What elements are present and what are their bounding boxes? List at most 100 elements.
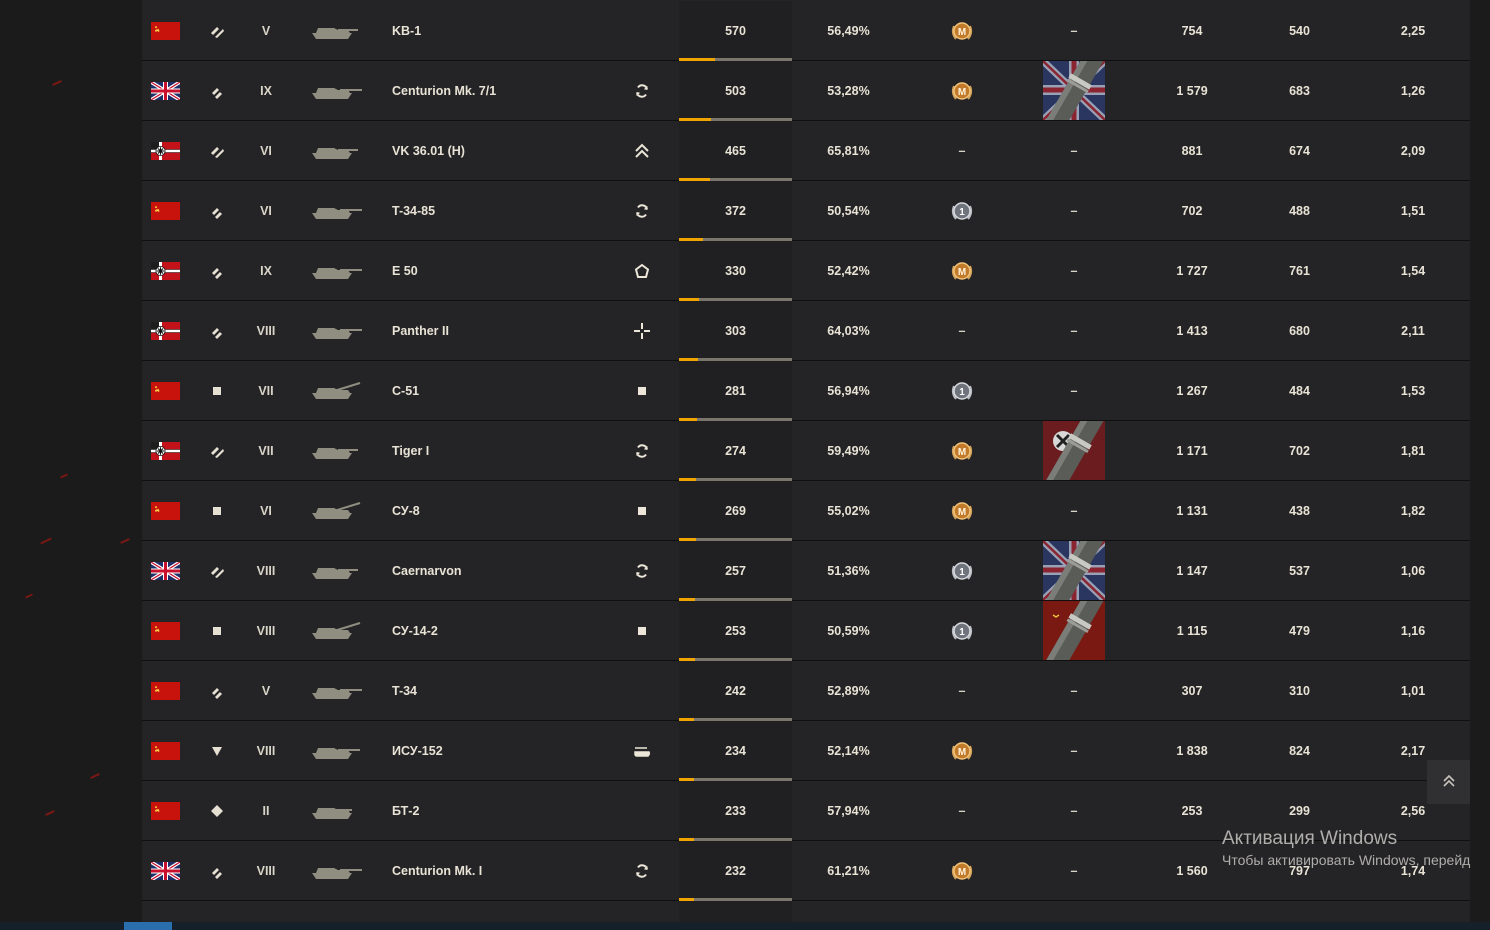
win-rate: 56,94% [827, 383, 870, 398]
kill-death-ratio: 2,25 [1400, 23, 1426, 38]
vehicle-row-partial[interactable] [142, 901, 1470, 922]
double-chevron-up-icon [1442, 772, 1456, 793]
battles-count: 330 [679, 241, 792, 300]
svg-text:1: 1 [959, 387, 965, 398]
battles-count: 253 [679, 601, 792, 660]
win-rate: 57,94% [827, 803, 870, 818]
empty-value: – [958, 803, 966, 818]
vehicle-name: Tiger I [392, 443, 430, 458]
win-rate: 53,28% [827, 83, 870, 98]
mastery-badge-icon: M [932, 421, 992, 480]
vehicle-row[interactable]: VIII Centurion Mk. I 232 61,21% M – 1 560 797 1,… [142, 841, 1470, 901]
average-damage: 1 838 [1176, 743, 1208, 758]
mastery-badge-icon: – [932, 301, 992, 360]
vehicle-row[interactable]: VIII СУ-14-2 253 50,59% 1 1 115 479 1,16 [142, 601, 1470, 661]
average-damage: 1 413 [1176, 323, 1208, 338]
vehicle-row[interactable]: VII С-51 281 56,94% 1 – 1 267 484 1,53 [142, 361, 1470, 421]
average-experience: 680 [1289, 323, 1310, 338]
vehicle-role-icon [627, 181, 657, 240]
average-damage: 1 171 [1176, 443, 1208, 458]
ember-particle [40, 537, 52, 545]
average-experience: 537 [1289, 563, 1310, 578]
tank-silhouette-icon [302, 61, 372, 120]
tank-silhouette-icon [302, 301, 372, 360]
empty-value: – [958, 143, 966, 158]
vehicle-role-icon [627, 721, 657, 780]
win-rate: 51,36% [827, 563, 870, 578]
vehicle-tier: II [262, 803, 270, 818]
mastery-badge-icon: M [932, 1, 992, 60]
vehicle-tier: VIII [256, 863, 276, 878]
vehicle-class-icon [204, 121, 230, 180]
vehicle-row[interactable]: VI T-34-85 372 50,54% 1 – 702 488 1,51 [142, 181, 1470, 241]
vehicle-row[interactable]: II БТ-2 233 57,94% – –253 299 2,56 [142, 781, 1470, 841]
vehicle-class-icon [204, 841, 230, 900]
vehicle-name: E 50 [392, 263, 418, 278]
average-damage: 702 [1181, 203, 1203, 218]
scroll-to-top-button[interactable] [1427, 760, 1470, 804]
vehicle-tier: VIII [256, 563, 276, 578]
tank-silhouette-icon [302, 181, 372, 240]
vehicle-row[interactable]: VIII Panther II 303 64,03% – – 1 413 680 2,11 [142, 301, 1470, 361]
average-experience: 484 [1289, 383, 1310, 398]
vehicle-row[interactable]: VII Tiger I 274 59,49% M 1 171 702 1,81 [142, 421, 1470, 481]
svg-text:M: M [958, 87, 966, 98]
vehicle-row[interactable]: VIII ИСУ-152 234 52,14% M –1 838 824 2,17 [142, 721, 1470, 781]
vehicle-name: Panther II [392, 323, 449, 338]
average-damage: 1 560 [1176, 863, 1208, 878]
nation-flag-icon [151, 481, 182, 540]
vehicle-role-icon [627, 661, 657, 720]
average-damage: 1 267 [1176, 383, 1208, 398]
mastery-badge-icon: 1 [932, 361, 992, 420]
win-rate: 50,59% [827, 623, 870, 638]
kill-death-ratio: 1,26 [1400, 83, 1426, 98]
vehicle-row[interactable]: VIII Caernarvon 257 51,36% 1 1 147 537 1,06 [142, 541, 1470, 601]
win-rate: 52,42% [827, 263, 870, 278]
average-experience: 299 [1289, 803, 1310, 818]
nation-flag-icon [151, 841, 182, 900]
average-experience: 674 [1289, 143, 1310, 158]
marks-of-excellence [1039, 541, 1109, 600]
empty-value: – [958, 683, 966, 698]
marks-of-excellence: – [1039, 481, 1109, 540]
empty-value: – [1070, 743, 1078, 758]
vehicle-class-icon [204, 541, 230, 600]
marks-of-excellence: – [1039, 721, 1109, 780]
vehicle-row[interactable]: VI СУ-8 269 55,02% M – 1 131 438 1,82 [142, 481, 1470, 541]
vehicle-name: С-51 [392, 383, 420, 398]
vehicle-name: Centurion Mk. I [392, 863, 483, 878]
nation-flag-icon [151, 601, 182, 660]
vehicle-role-icon [627, 61, 657, 120]
ember-particle [45, 809, 55, 817]
vehicle-row[interactable]: V KB-1 570 56,49% M – 754 540 2,25 [142, 1, 1470, 61]
vehicle-role-icon [627, 541, 657, 600]
vehicle-name: Centurion Mk. 7/1 [392, 83, 497, 98]
kill-death-ratio: 1,51 [1400, 203, 1426, 218]
svg-text:1: 1 [959, 567, 965, 578]
vehicle-row[interactable]: IX Centurion Mk. 7/1 503 53,28% M 1 579 683 1,2… [142, 61, 1470, 121]
empty-value: – [1070, 23, 1078, 38]
nation-flag-icon [151, 181, 182, 240]
average-damage: 881 [1181, 143, 1203, 158]
svg-text:M: M [958, 507, 966, 518]
nation-flag-icon [151, 661, 182, 720]
svg-text:M: M [958, 27, 966, 38]
vehicle-row[interactable]: IX E 50 330 52,42% M – 1 727 761 1,54 [142, 241, 1470, 301]
average-experience: 683 [1289, 83, 1310, 98]
battles-count: 503 [679, 61, 792, 120]
empty-value: – [1070, 203, 1078, 218]
vehicle-row[interactable]: V T-34 242 52,89% – – 307 310 1,01 [142, 661, 1470, 721]
vehicle-stats-table: V KB-1 570 56,49% M – 754 540 2,25 IX Centurion Mk… [142, 0, 1470, 922]
average-experience: 824 [1289, 743, 1310, 758]
mastery-badge-icon: – [932, 661, 992, 720]
win-rate: 65,81% [827, 143, 870, 158]
svg-text:M: M [958, 867, 966, 878]
vehicle-tier: VIII [256, 623, 276, 638]
average-experience: 540 [1289, 23, 1310, 38]
empty-value: – [1070, 863, 1078, 878]
vehicle-role-icon [627, 241, 657, 300]
average-experience: 702 [1289, 443, 1310, 458]
ember-particle [120, 537, 130, 545]
vehicle-row[interactable]: VI VK 36.01 (H) 465 65,81% – – 881 674 2,09 [142, 121, 1470, 181]
marks-of-excellence: – [1039, 181, 1109, 240]
